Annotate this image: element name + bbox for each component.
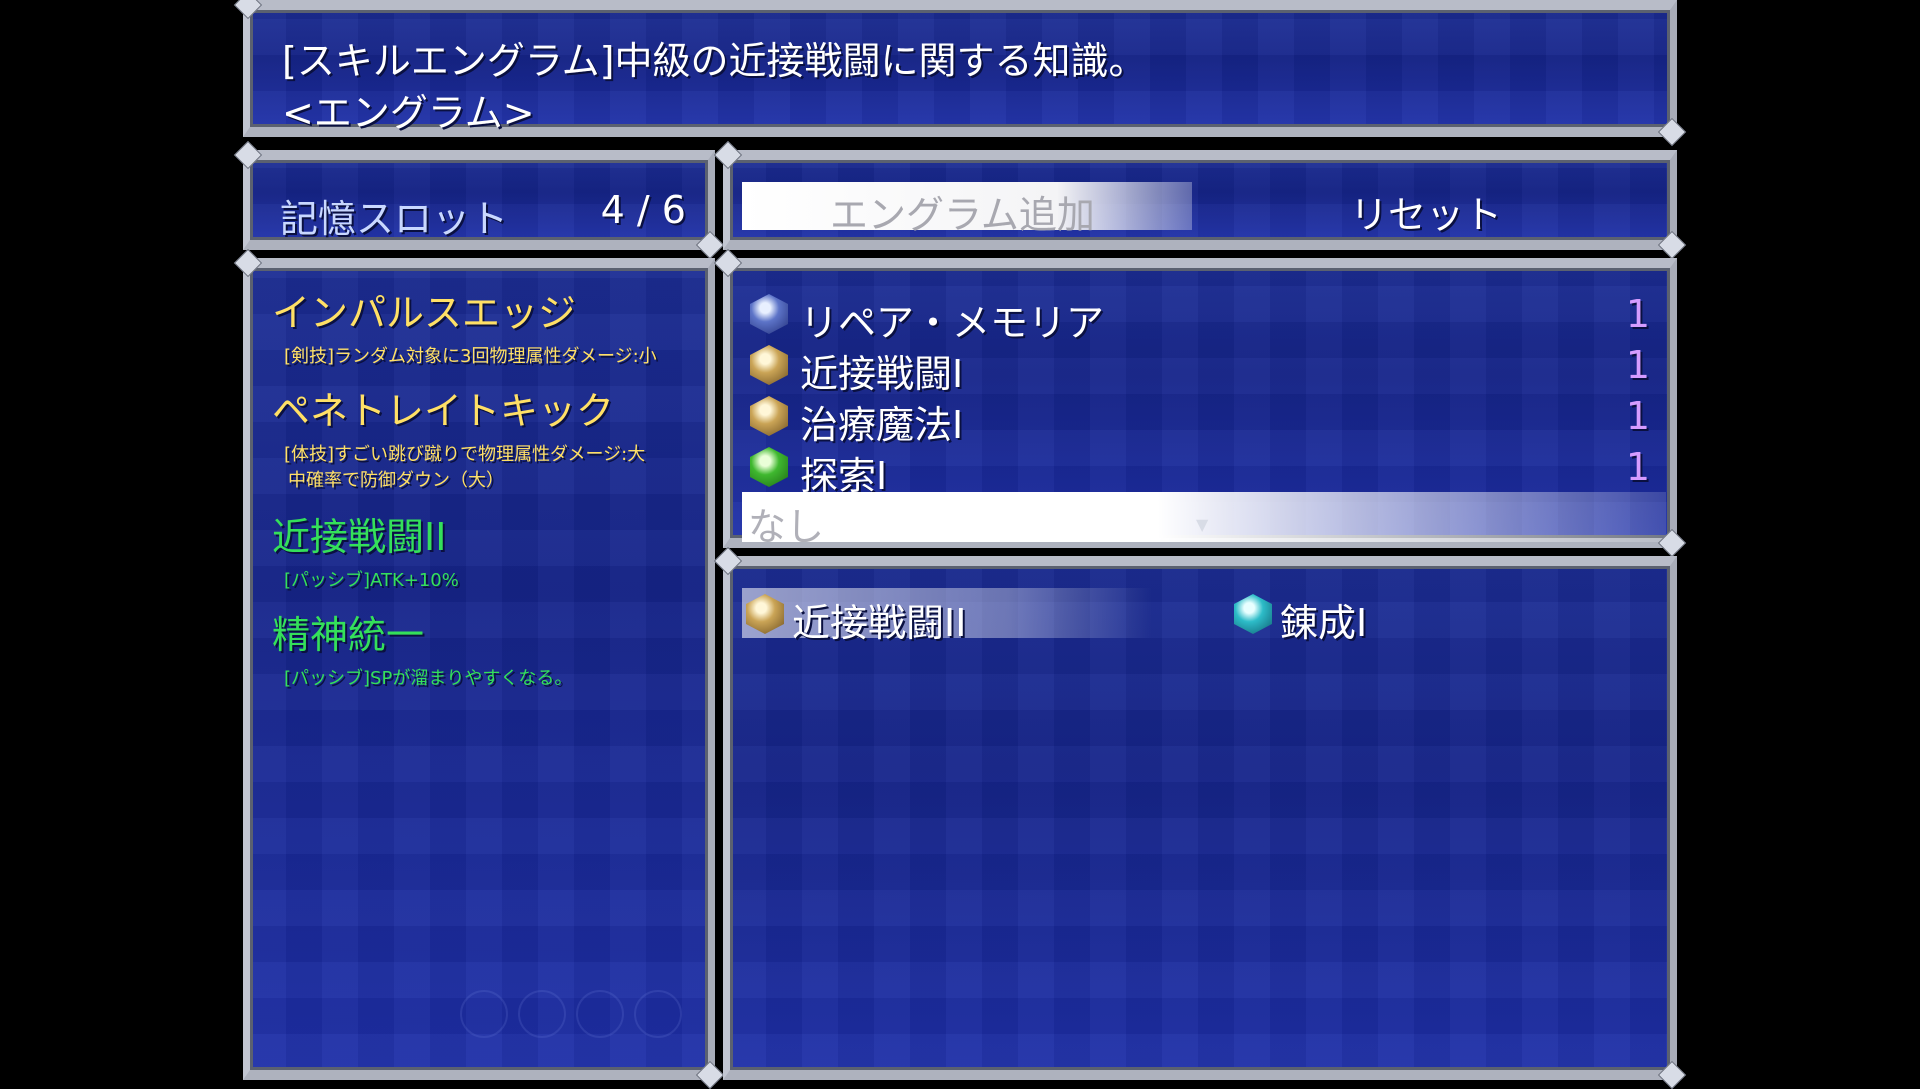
memory-slot-window: 記憶スロット 4 / 6 [243, 150, 715, 250]
memory-slot-value: 4 / 6 [600, 188, 686, 232]
memory-slot-label: 記憶スロット [280, 197, 509, 241]
skill-desc: [体技]すごい跳び蹴りで物理属性ダメージ:大 [284, 444, 646, 465]
skill-name: 精神統一 [272, 613, 425, 657]
engram-name: リペア・メモリア [800, 301, 1105, 345]
engram-list-window: リペア・メモリア 1 近接戦闘I 1 治療魔法I 1 探索I 1 なし ▼ [723, 258, 1677, 549]
list-item[interactable]: リペア・メモリア 1 [744, 290, 1656, 345]
help-window: [スキルエングラム]中級の近接戦闘に関する知識。 <エングラム> [243, 0, 1677, 137]
engram-count: 1 [1625, 445, 1650, 489]
command-window: エングラム追加 リセット [723, 150, 1677, 250]
list-item[interactable]: 近接戦闘II [744, 590, 1104, 645]
scroll-down-icon: ▼ [1196, 515, 1209, 534]
skill-name: インパルスエッジ [272, 291, 577, 335]
skill-list-window: インパルスエッジ [剣技]ランダム対象に3回物理属性ダメージ:小 ペネトレイトキ… [243, 258, 715, 1080]
help-text-line2: <エングラム> [282, 91, 535, 135]
engram-count: 1 [1625, 343, 1650, 387]
skill-desc: [剣技]ランダム対象に3回物理属性ダメージ:小 [284, 346, 657, 367]
skill-desc: 中確率で防御ダウン（大） [288, 470, 504, 491]
green-gem-icon [750, 447, 788, 487]
list-item[interactable]: 近接戦闘I 1 [744, 341, 1656, 396]
skill-desc: [パッシブ]SPが溜まりやすくなる。 [284, 668, 573, 689]
gold-gem-icon [746, 594, 784, 634]
none-label: なし [748, 505, 825, 549]
owned-engram-window: 近接戦闘II 錬成I [723, 556, 1677, 1080]
owned-engram-name: 錬成I [1280, 601, 1368, 645]
list-item[interactable]: 探索I 1 [744, 443, 1656, 498]
engram-name: 近接戦闘I [800, 352, 964, 396]
gold-gem-icon [750, 345, 788, 385]
list-item[interactable]: 錬成I [1232, 590, 1592, 645]
engram-count: 1 [1625, 292, 1650, 336]
reset-command[interactable]: リセット [1350, 184, 1502, 239]
skill-name: ペネトレイトキック [272, 389, 615, 433]
list-item[interactable]: 治療魔法I 1 [744, 392, 1656, 447]
skill-desc: [パッシブ]ATK+10% [284, 570, 459, 591]
engram-count: 1 [1625, 394, 1650, 438]
owned-engram-name: 近接戦闘II [792, 601, 967, 645]
cyan-gem-icon [1234, 594, 1272, 634]
blue-gem-icon [750, 294, 788, 334]
help-text-line1: [スキルエングラム]中級の近接戦闘に関する知識。 [282, 39, 1147, 83]
add-engram-command[interactable]: エングラム追加 [830, 184, 1095, 239]
gold-gem-icon [750, 396, 788, 436]
engram-name: 治療魔法I [800, 403, 964, 447]
skill-name: 近接戦闘II [272, 515, 447, 559]
